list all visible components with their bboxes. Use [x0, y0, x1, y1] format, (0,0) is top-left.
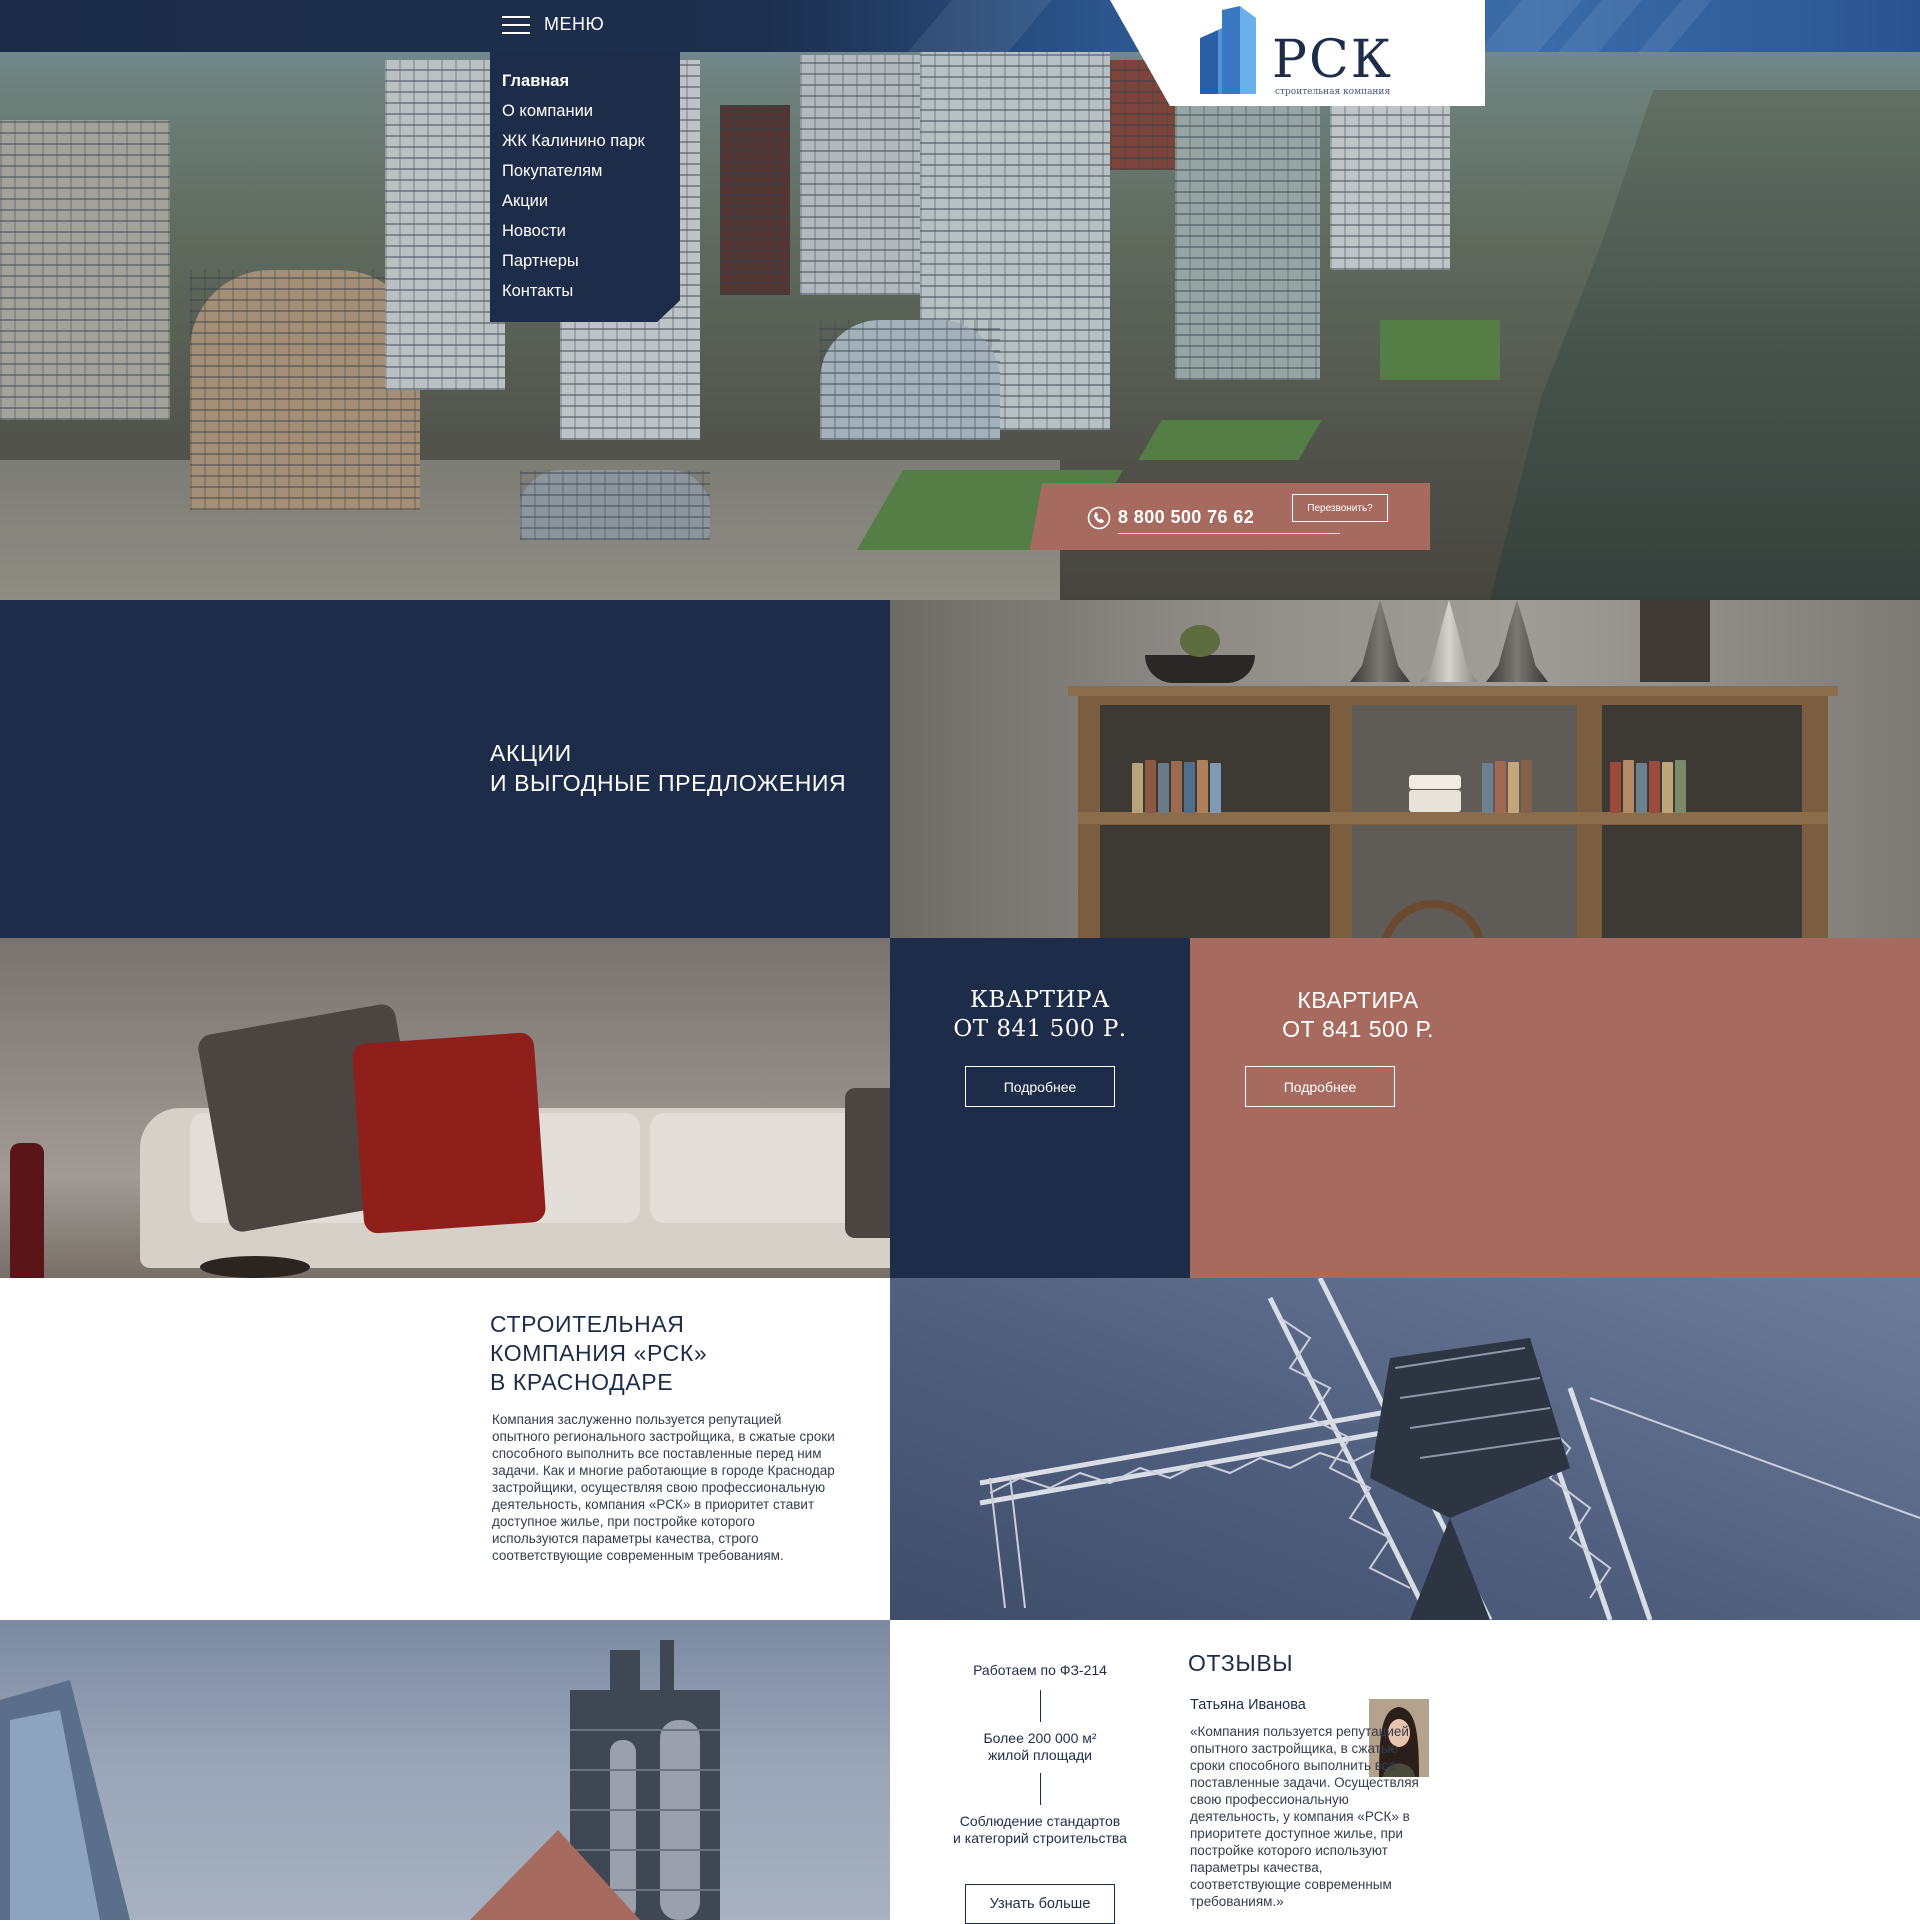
building-logo-icon[interactable] [1200, 6, 1256, 94]
divider [1118, 533, 1340, 534]
sofa-photo [0, 938, 890, 1278]
hero-city-photo [0, 0, 1920, 600]
offer-card-1[interactable]: КВАРТИРА ОТ 841 500 Р. Подробнее [890, 938, 1190, 1278]
reviewer-name: Татьяна Иванова [1190, 1697, 1306, 1713]
hamburger-icon [502, 15, 530, 34]
divider [1040, 1690, 1041, 1722]
learn-more-button[interactable]: Узнать больше [965, 1884, 1115, 1924]
nav-item-contacts[interactable]: Контакты [502, 276, 680, 306]
feature-standards: Соблюдение стандартов и категорий строит… [953, 1813, 1127, 1846]
feature-fz214: Работаем по ФЗ-214 [973, 1662, 1107, 1678]
promo-title[interactable]: АКЦИИ И ВЫГОДНЫЕ ПРЕДЛОЖЕНИЯ [490, 738, 846, 798]
towers-photo [0, 1620, 890, 1920]
nav-item-promotions[interactable]: Акции [502, 186, 680, 216]
menu-label: МЕНЮ [544, 14, 605, 34]
logo-wordmark[interactable]: РСК [1272, 34, 1393, 86]
phone-number[interactable]: 8 800 500 76 62 [1118, 507, 1254, 528]
feature-living-area: Более 200 000 м² жилой площади [983, 1730, 1097, 1763]
offer-details-button-1[interactable]: Подробнее [965, 1066, 1115, 1107]
logo-subtitle: строительная компания [1275, 87, 1391, 97]
nav-item-news[interactable]: Новости [502, 216, 680, 246]
nav-item-kalinino-park[interactable]: ЖК Калинино парк [502, 126, 680, 156]
offer-details-button-2[interactable]: Подробнее [1245, 1066, 1395, 1107]
reviews-title: ОТЗЫВЫ [1188, 1650, 1294, 1676]
nav-item-buyers[interactable]: Покупателям [502, 156, 680, 186]
divider [1040, 1773, 1041, 1805]
nav-item-partners[interactable]: Партнеры [502, 246, 680, 276]
nav-item-about[interactable]: О компании [502, 96, 680, 126]
nav-item-home[interactable]: Главная [502, 66, 680, 96]
menu-button[interactable]: МЕНЮ [502, 14, 604, 35]
top-bar [0, 0, 1920, 52]
about-heading: СТРОИТЕЛЬНАЯ КОМПАНИЯ «РСК» В КРАСНОДАРЕ [490, 1311, 708, 1395]
offer-title-2: КВАРТИРА ОТ 841 500 Р. [1282, 987, 1434, 1042]
review-text: «Компания пользуется репутацией опытного… [1190, 1724, 1419, 1909]
offer-card-2[interactable]: КВАРТИРА ОТ 841 500 Р. Подробнее [1190, 938, 1920, 1278]
callback-button[interactable]: Перезвонить? [1292, 494, 1388, 522]
phone-icon [1087, 506, 1111, 530]
crane-photo [890, 1278, 1920, 1620]
about-text: Компания заслуженно пользуется репутацие… [492, 1412, 835, 1563]
main-nav: Главная О компании ЖК Калинино парк Поку… [490, 52, 680, 322]
bookshelf-photo [890, 600, 1920, 938]
offer-title-1: КВАРТИРА ОТ 841 500 Р. [953, 987, 1127, 1042]
